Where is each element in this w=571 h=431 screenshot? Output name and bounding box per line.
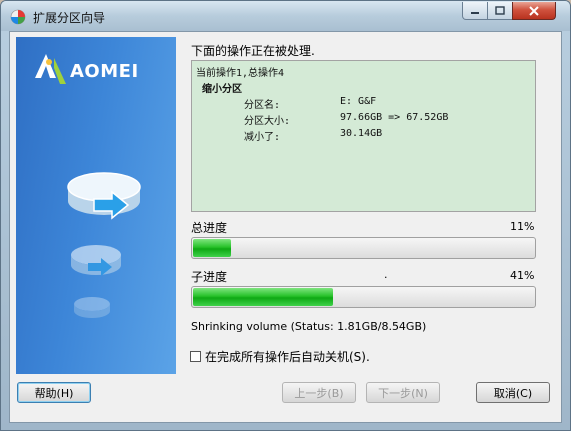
total-progress-label: 总进度 <box>191 221 228 235</box>
maximize-button[interactable] <box>487 2 513 20</box>
sub-progress-percent: 41% <box>510 269 535 282</box>
wizard-window: 扩展分区向导 AOMEI 下面的操作正在被处理. 当前操作1,总操作4 缩小分区… <box>0 0 571 431</box>
operation-log: 当前操作1,总操作4 缩小分区 分区名: E: G&F 分区大小: 97.66G… <box>191 60 536 212</box>
progress-status-text: Shrinking volume (Status: 1.81GB/8.54GB) <box>191 320 427 333</box>
auto-shutdown-checkbox[interactable] <box>190 351 201 362</box>
log-row-value: E: G&F <box>340 96 377 107</box>
log-row-value: 30.14GB <box>340 128 383 139</box>
hard-drive-icon <box>67 172 141 220</box>
log-row-label: 分区大小: <box>244 116 291 127</box>
log-row-value: 97.66GB => 67.52GB <box>340 112 449 123</box>
title-bar[interactable]: 扩展分区向导 <box>1 1 570 31</box>
back-button[interactable]: 上一步(B) <box>282 382 356 403</box>
hard-drive-icon-tiny <box>74 297 110 318</box>
operation-heading: 下面的操作正在被处理. <box>191 44 315 58</box>
total-progress-bar <box>191 237 536 259</box>
sub-progress-bar <box>191 286 536 308</box>
auto-shutdown-option[interactable]: 在完成所有操作后自动关机(S). <box>190 348 370 365</box>
next-button[interactable]: 下一步(N) <box>366 382 440 403</box>
cancel-button[interactable]: 取消(C) <box>476 382 550 403</box>
log-row-label: 减小了: <box>244 132 281 143</box>
brand-side-panel: AOMEI <box>16 37 176 374</box>
maximize-icon <box>495 6 505 15</box>
help-button[interactable]: 帮助(H) <box>17 382 91 403</box>
total-progress-fill <box>193 239 231 257</box>
total-progress-percent: 11% <box>510 220 535 233</box>
log-row-label: 分区名: <box>244 100 281 111</box>
auto-shutdown-label[interactable]: 在完成所有操作后自动关机(S). <box>205 348 370 365</box>
minimize-button[interactable] <box>462 2 488 20</box>
wizard-body: AOMEI 下面的操作正在被处理. 当前操作1,总操作4 缩小分区 分区名: E… <box>9 31 562 423</box>
aomei-logo-icon <box>35 54 66 84</box>
app-icon <box>10 9 26 25</box>
hard-drive-icon-small <box>71 245 121 276</box>
sub-progress-label: 子进度 <box>191 270 228 284</box>
sub-progress-marker: . <box>384 268 388 281</box>
logo-text: AOMEI <box>70 61 139 82</box>
sub-progress-fill <box>193 288 333 306</box>
close-button[interactable] <box>512 2 556 20</box>
log-current-operation: 当前操作1,总操作4 <box>196 68 285 79</box>
minimize-icon <box>471 11 479 14</box>
log-operation-title: 缩小分区 <box>202 84 242 95</box>
close-icon <box>529 5 539 16</box>
window-title: 扩展分区向导 <box>33 11 106 25</box>
